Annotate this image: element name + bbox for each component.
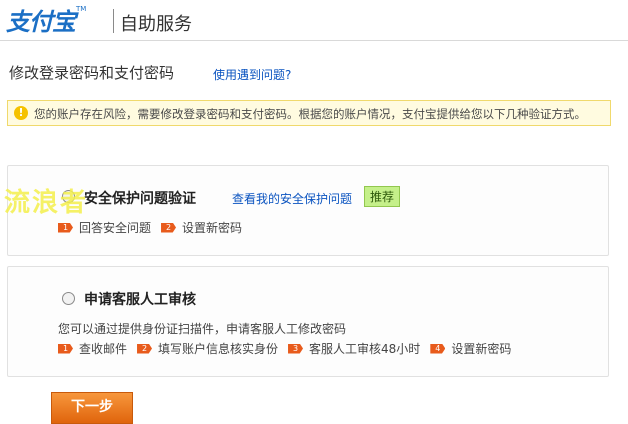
header-divider <box>113 9 114 33</box>
header-title: 自助服务 <box>120 14 192 35</box>
page-title: 修改登录密码和支付密码 <box>9 64 175 82</box>
alipay-logo[interactable]: 支付宝 TM <box>6 4 87 36</box>
option-card-manual-review[interactable]: 申请客服人工审核 您可以通过提供身份证扫描件，申请客服人工修改密码 1 查收邮件… <box>7 266 609 377</box>
step-label: 客服人工审核48小时 <box>309 342 421 356</box>
option-steps-manual-review: 1 查收邮件 2 填写账户信息核实身份 3 客服人工审核48小时 4 设置新密码 <box>58 340 521 357</box>
logo-trademark: TM <box>76 5 87 13</box>
warning-icon: ! <box>14 106 28 120</box>
next-step-button[interactable]: 下一步 <box>51 392 133 424</box>
step-label: 查收邮件 <box>79 342 128 356</box>
option-title-manual-review: 申请客服人工审核 <box>84 292 196 308</box>
step-label: 回答安全问题 <box>79 221 152 235</box>
step-label: 设置新密码 <box>182 221 243 235</box>
help-link[interactable]: 使用遇到问题? <box>213 66 291 83</box>
logo-text: 支付宝 <box>6 7 76 36</box>
step-number-icon: 3 <box>288 343 304 354</box>
option-title-security-question: 安全保护问题验证 <box>84 191 196 207</box>
watermark: 流浪者 <box>4 188 89 218</box>
step-number-icon: 2 <box>137 343 153 354</box>
radio-manual-review[interactable] <box>62 292 75 305</box>
step-number-icon: 1 <box>58 343 73 354</box>
step-label: 设置新密码 <box>451 342 512 356</box>
step-label: 填写账户信息核实身份 <box>158 342 279 356</box>
option-card-security-question[interactable]: 安全保护问题验证 查看我的安全保护问题 推荐 1 回答安全问题 2 设置新密码 <box>7 165 609 256</box>
header: 支付宝 TM 自助服务 <box>0 0 628 41</box>
risk-warning-banner: ! 您的账户存在风险，需要修改登录密码和支付密码。根据您的账户情况，支付宝提供给… <box>7 100 611 126</box>
warning-text: 您的账户存在风险，需要修改登录密码和支付密码。根据您的账户情况，支付宝提供给您以… <box>34 107 586 121</box>
step-number-icon: 4 <box>430 343 446 354</box>
option-description-manual-review: 您可以通过提供身份证扫描件，申请客服人工修改密码 <box>58 322 347 336</box>
option-steps-security-question: 1 回答安全问题 2 设置新密码 <box>58 219 252 236</box>
step-number-icon: 1 <box>58 222 73 233</box>
recommended-badge: 推荐 <box>364 186 401 207</box>
step-number-icon: 2 <box>161 222 177 233</box>
view-security-questions-link[interactable]: 查看我的安全保护问题 <box>232 190 352 207</box>
